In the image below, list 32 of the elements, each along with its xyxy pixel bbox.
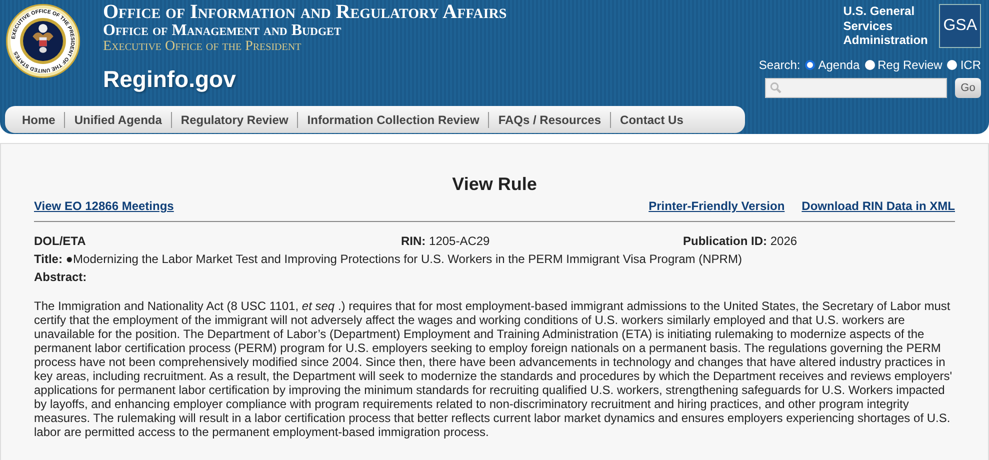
office-title: Executive Office of the President	[103, 40, 302, 54]
search-label: Search:	[758, 58, 800, 72]
publication-label: Publication ID:	[683, 234, 767, 248]
title-label: Title:	[34, 252, 62, 266]
download-link[interactable]: Download RIN Data in XML	[802, 199, 955, 213]
nav-link[interactable]: FAQs / Resources	[489, 112, 610, 126]
publication-value: 2026	[770, 234, 798, 248]
download-link[interactable]: Printer-Friendly Version	[648, 199, 785, 213]
office-title: Office of Information and Regulatory Affairs	[103, 2, 507, 23]
abstract-text: The Immigration and Nationality Act (8 USC 1101, et seq .) requires that for most employment-based immigrant admissions to the United States, the Secretary of Labor must certify that the employment of the immigrant will not adversely affect the wages and working conditions of U.S. workers similarly employed and that U.S. workers are unavailable for the position. The Department of Labor’s (Department) Employment and Training Administration (ETA) is initiating rulemaking to modernize aspects of the permanent labor certification process (PERM) program for U.S. employers seeking to employ foreign nationals on a permanent basis. The regulations governing the PERM process have not been comprehensively modified since 2004. Since then, there have been advancements in technology and changes that have altered industry practices in key areas, including recruitment. As a result, the Department will seek to modernize the standards and procedures by which the Department receives and reviews employers' applications for permanent labor certification by improving the minimum standards for recruiting qualified U.S. workers, strengthening safeguards for U.S. Workers impacted by layoffs, and enhancing employer compliance with program requirements related to non-discriminatory recruitment and hiring practices, and other program integrity measures. The rulemaking will result in a labor certification process that better reflects current labor market dynamics and ensures employers experiencing shortages of U.S. labor are permitted access to the permanent employment-based immigration process.	[34, 299, 954, 440]
rule-title: ●Modernizing the Labor Market Test and Improving Protections for U.S. Workers in the PERM Immigrant Visa Program (NPRM)	[66, 252, 742, 266]
nav-link[interactable]: Contact Us	[611, 112, 692, 126]
site-name: Reginfo.gov	[103, 66, 237, 94]
meetings-link[interactable]: View EO 12866 Meetings	[34, 199, 174, 213]
nav-link[interactable]: Information Collection Review	[298, 112, 488, 126]
rin-value: 1205-AC29	[429, 234, 490, 248]
nav-link[interactable]: Home	[13, 112, 64, 126]
search-scope-radio[interactable]: Reg Review	[864, 58, 942, 72]
rin-label: RIN:	[401, 234, 426, 248]
go-button[interactable]: Go	[955, 78, 981, 98]
search-icon	[770, 82, 782, 94]
office-title: Office of Management and Budget	[103, 23, 342, 40]
abstract-label: Abstract:	[34, 270, 87, 284]
search-scope-radio[interactable]: Agenda	[805, 58, 860, 72]
gsa-logo: GSA	[939, 4, 981, 48]
search-scope-radio[interactable]: ICR	[947, 58, 981, 72]
nav-link[interactable]: Regulatory Review	[172, 112, 298, 126]
page-heading: View Rule	[451, 174, 538, 195]
agency-text: DOL/ETA	[34, 234, 87, 248]
nav-link[interactable]: Unified Agenda	[65, 112, 171, 126]
gsa-name: U.S. General Services Administration	[843, 4, 929, 48]
search-field[interactable]	[765, 78, 947, 98]
